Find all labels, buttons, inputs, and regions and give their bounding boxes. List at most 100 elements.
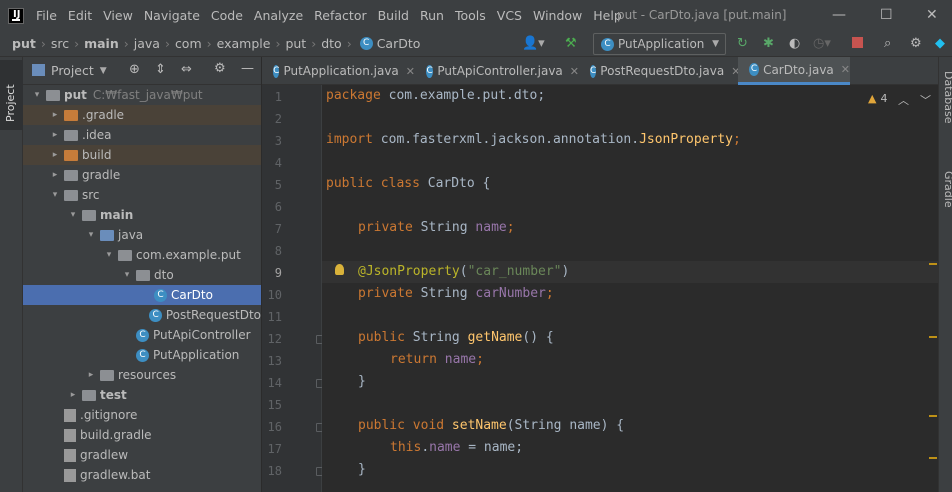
tree-item[interactable]: ▸ .idea	[23, 125, 261, 145]
tree-item[interactable]: ▾ put C:₩fast_java₩put	[23, 85, 261, 105]
tab-cardto[interactable]: C CarDto.java ✕	[738, 57, 850, 85]
intention-bulb-icon[interactable]	[335, 264, 344, 275]
chevron-down-icon[interactable]: ▾	[67, 210, 79, 220]
run-configuration-select[interactable]: C PutApplication ▼	[593, 33, 726, 55]
tree-item[interactable]: gradlew.bat	[23, 465, 261, 485]
tree-item[interactable]: ▾ java	[23, 225, 261, 245]
tree-item[interactable]: ▾ src	[23, 185, 261, 205]
breadcrumb-cardto[interactable]: C CarDto	[357, 36, 420, 51]
tree-item[interactable]: ▾ com.example.put	[23, 245, 261, 265]
tree-item[interactable]: ▸ .gradle	[23, 105, 261, 125]
breadcrumb-src[interactable]: src ›	[51, 36, 84, 51]
menu-run[interactable]: Run	[420, 8, 444, 23]
tab-postrequestdto[interactable]: C PostRequestDto.java ✕	[579, 57, 740, 85]
coverage-icon[interactable]: ◐	[789, 36, 800, 51]
menu-analyze[interactable]: Analyze	[254, 8, 303, 23]
gradle-tool-tab[interactable]: Gradle	[942, 171, 952, 208]
collapse-all-icon[interactable]: ⇔	[181, 62, 192, 77]
menu-view[interactable]: View	[103, 8, 133, 23]
rerun-icon[interactable]: ↻	[737, 36, 748, 51]
tree-item[interactable]: ▾ main	[23, 205, 261, 225]
error-stripe-mark[interactable]	[929, 263, 937, 265]
code-line-10: private String carNumber;	[358, 286, 554, 301]
debug-icon[interactable]: ✱	[763, 36, 774, 51]
maximize-button[interactable]: ☐	[880, 7, 893, 23]
code-editor[interactable]: package com.example.put.dto; import com.…	[322, 85, 938, 492]
project-tool-tab[interactable]: Project	[0, 60, 23, 130]
menu-code[interactable]: Code	[211, 8, 243, 23]
expand-all-icon[interactable]: ⇕	[155, 62, 166, 77]
settings-gear-icon[interactable]: ⚙	[214, 61, 226, 76]
hide-panel-icon[interactable]: —	[241, 61, 254, 76]
tree-item[interactable]: C PostRequestDto	[23, 305, 261, 325]
chevron-right-icon[interactable]: ▸	[49, 150, 61, 160]
minimize-button[interactable]: —	[832, 7, 846, 23]
line-number: 4	[274, 156, 282, 170]
chevron-right-icon[interactable]: ▸	[49, 110, 61, 120]
tree-item[interactable]: .gitignore	[23, 405, 261, 425]
locate-icon[interactable]: ⊕	[129, 62, 140, 77]
breadcrumb-dto[interactable]: dto ›	[321, 36, 356, 51]
toolbox-icon[interactable]: ◆	[935, 36, 945, 51]
menu-tools[interactable]: Tools	[455, 8, 486, 23]
error-stripe-mark[interactable]	[929, 415, 937, 417]
chevron-down-icon[interactable]: ﹀	[920, 92, 931, 108]
chevron-down-icon[interactable]: ▼	[100, 66, 107, 76]
tree-item[interactable]: C PutApplication	[23, 345, 261, 365]
chevron-down-icon[interactable]: ▾	[103, 250, 115, 260]
tree-item[interactable]: build.gradle	[23, 425, 261, 445]
inspection-warnings[interactable]: ▲ 4	[868, 92, 887, 105]
tab-putapplication[interactable]: C PutApplication.java ✕	[262, 57, 415, 85]
menu-edit[interactable]: Edit	[68, 8, 92, 23]
breadcrumb-example[interactable]: example ›	[217, 36, 286, 51]
tree-item[interactable]: ▸ gradle	[23, 165, 261, 185]
chevron-down-icon[interactable]: ▾	[85, 230, 97, 240]
tree-item[interactable]: ▸ test	[23, 385, 261, 405]
close-window-button[interactable]: ✕	[926, 7, 938, 23]
chevron-right-icon[interactable]: ▸	[85, 370, 97, 380]
chevron-up-icon[interactable]: ︿	[898, 92, 909, 108]
menu-refactor[interactable]: Refactor	[314, 8, 366, 23]
file-icon	[64, 428, 76, 442]
breadcrumb-java[interactable]: java ›	[134, 36, 175, 51]
breadcrumb-put[interactable]: put ›	[12, 36, 51, 51]
build-hammer-icon[interactable]: ⚒	[565, 36, 577, 51]
chevron-down-icon[interactable]: ▾	[31, 90, 43, 100]
chevron-right-icon[interactable]: ▸	[49, 130, 61, 140]
tree-item[interactable]: gradlew	[23, 445, 261, 465]
breadcrumb-com[interactable]: com ›	[175, 36, 217, 51]
error-stripe-mark[interactable]	[929, 336, 937, 338]
tree-item[interactable]: ▸ build	[23, 145, 261, 165]
menu-vcs[interactable]: VCS	[497, 8, 522, 23]
tree-item[interactable]: ▾ dto	[23, 265, 261, 285]
search-icon[interactable]: ⌕	[884, 36, 891, 51]
folder-icon	[100, 229, 114, 241]
tree-item[interactable]: ▸ resources	[23, 365, 261, 385]
close-tab-icon[interactable]: ✕	[406, 65, 415, 78]
menu-navigate[interactable]: Navigate	[144, 8, 200, 23]
project-view-select[interactable]: Project	[51, 63, 94, 78]
user-icon[interactable]: 👤▾	[522, 36, 545, 51]
breadcrumb-main[interactable]: main ›	[84, 36, 134, 51]
chevron-right-icon[interactable]: ▸	[49, 170, 61, 180]
profile-icon[interactable]: ◷▾	[813, 36, 831, 51]
tree-item[interactable]: C CarDto	[23, 285, 261, 305]
chevron-down-icon[interactable]: ▾	[49, 190, 61, 200]
menu-file[interactable]: File	[36, 8, 57, 23]
close-tab-icon[interactable]: ✕	[570, 65, 579, 78]
chevron-down-icon[interactable]: ▾	[121, 270, 133, 280]
close-tab-icon[interactable]: ✕	[841, 63, 850, 76]
menu-window[interactable]: Window	[533, 8, 582, 23]
tab-putapicontroller[interactable]: C PutApiController.java ✕	[415, 57, 579, 85]
settings-gear-icon[interactable]: ⚙	[910, 36, 922, 51]
editor-gutter[interactable]: 1 2 3 4 5 6 7 8 9 10 11 12 13 14 15 16 1…	[262, 85, 324, 492]
menu-build[interactable]: Build	[378, 8, 409, 23]
error-stripe-mark[interactable]	[929, 457, 937, 459]
database-tool-tab[interactable]: Database	[942, 71, 952, 124]
stop-icon[interactable]	[852, 37, 863, 48]
chevron-right-icon[interactable]: ▸	[67, 390, 79, 400]
breadcrumb-put-pkg[interactable]: put ›	[285, 36, 321, 51]
line-number: 5	[274, 178, 282, 192]
tree-item[interactable]: C PutApiController	[23, 325, 261, 345]
tree-item-label: gradle	[82, 168, 121, 182]
